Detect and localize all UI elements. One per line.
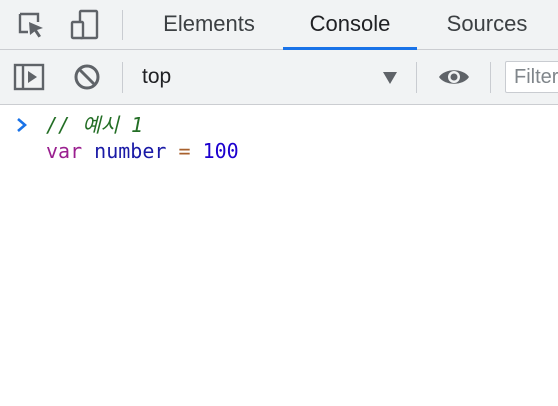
chevron-right-icon <box>17 118 27 132</box>
console-toolbar: top <box>0 50 558 105</box>
tab-elements[interactable]: Elements <box>145 0 273 50</box>
tab-console[interactable]: Console <box>283 0 417 50</box>
clear-console-button[interactable] <box>68 60 106 94</box>
filter-input[interactable] <box>505 61 558 93</box>
code-variable: number <box>94 139 167 163</box>
eye-icon <box>439 70 469 84</box>
toolbar-divider <box>416 62 417 93</box>
code-keyword: var <box>46 139 83 163</box>
toolbar-divider <box>490 62 491 93</box>
device-toolbar-button[interactable] <box>66 6 104 44</box>
dropdown-triangle-icon <box>383 72 397 84</box>
toolbar-divider <box>122 10 123 40</box>
console-output[interactable]: // 예시 1 var number = 100 <box>0 105 558 406</box>
inspect-element-icon <box>18 12 43 38</box>
toolbar-divider <box>122 62 123 93</box>
clear-console-icon <box>74 64 100 90</box>
create-live-expression-button[interactable] <box>432 60 476 94</box>
tab-sources[interactable]: Sources <box>427 0 547 50</box>
device-toolbar-icon <box>70 9 99 40</box>
code-number: 100 <box>202 139 239 163</box>
devtools-tab-bar: Elements Console Sources <box>0 0 558 50</box>
show-sidebar-icon <box>13 63 45 91</box>
context-selector[interactable]: top <box>134 58 406 96</box>
show-sidebar-button[interactable] <box>10 60 48 94</box>
code-comment: // 예시 1 <box>46 113 144 137</box>
console-input-line: var number = 100 <box>46 138 239 164</box>
console-input-line: // 예시 1 <box>46 112 143 138</box>
code-operator: = <box>178 139 191 163</box>
context-selector-value: top <box>142 65 172 88</box>
devtools-panel: Elements Console Sources top Filter // 예… <box>0 0 558 406</box>
inspect-element-button[interactable] <box>12 6 50 44</box>
